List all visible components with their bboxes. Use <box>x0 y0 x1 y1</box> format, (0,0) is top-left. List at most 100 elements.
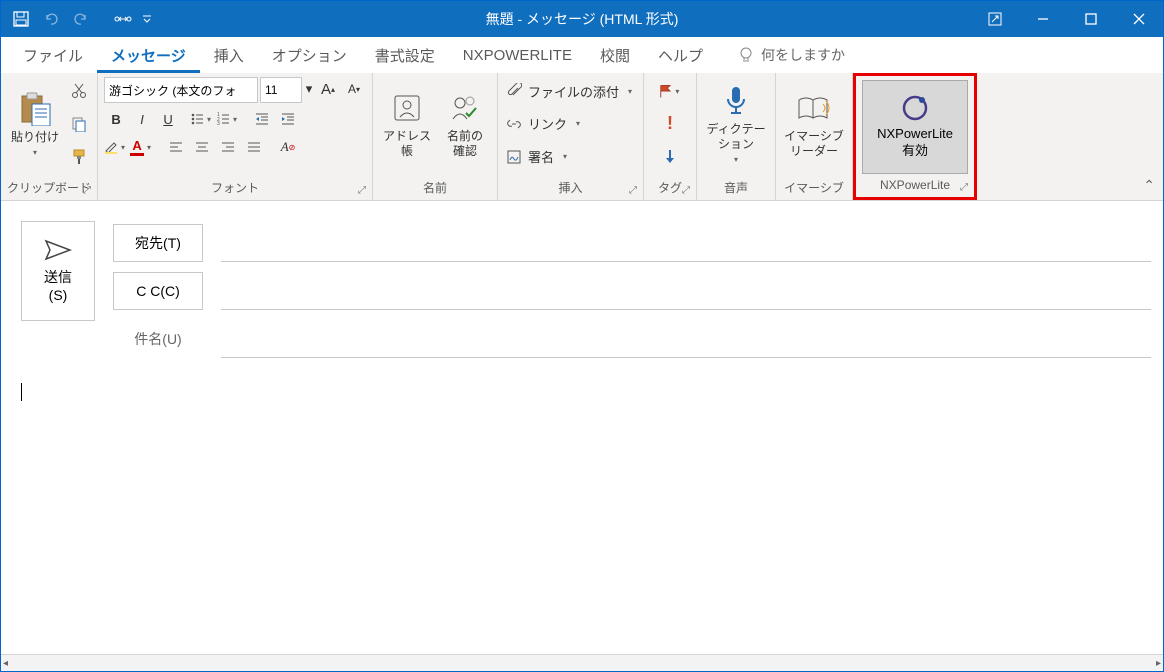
qat-separator <box>97 5 107 33</box>
low-importance-icon[interactable] <box>658 145 682 169</box>
group-immersive: イマーシブ リーダー イマーシブ <box>776 73 853 200</box>
align-center-icon[interactable] <box>190 135 214 159</box>
tab-help[interactable]: ヘルプ <box>644 37 717 73</box>
check-names-button[interactable]: 名前の 確認 <box>439 77 491 171</box>
align-left-icon[interactable] <box>164 135 188 159</box>
message-body[interactable] <box>21 361 1151 654</box>
ribbon: 貼り付け ▾ クリップボード⤢ <box>1 73 1163 201</box>
clear-format-icon[interactable]: A⊘ <box>276 135 300 159</box>
chevron-down-icon: ▾ <box>30 148 40 158</box>
qat-customize-icon[interactable] <box>139 5 155 33</box>
dialog-launcher-icon[interactable]: ⤢ <box>682 185 690 196</box>
chevron-down-icon: ▾ <box>731 155 741 165</box>
subject-label: 件名(U) <box>113 329 203 349</box>
address-book-label: アドレス帳 <box>379 129 435 159</box>
to-button[interactable]: 宛先(T) <box>113 224 203 262</box>
underline-button[interactable]: U <box>156 107 180 131</box>
signature-label: 署名 <box>528 147 554 166</box>
window-title: 無題 - メッセージ (HTML 形式) <box>486 9 679 29</box>
touch-mode-icon[interactable] <box>109 5 137 33</box>
chevron-down-icon: ▾ <box>625 87 635 96</box>
scroll-right-icon[interactable]: ▸ <box>1156 658 1161 669</box>
close-icon[interactable] <box>1115 1 1163 37</box>
signature-button[interactable]: 署名 ▾ <box>504 145 637 169</box>
bold-button[interactable]: B <box>104 107 128 131</box>
redo-icon[interactable] <box>67 5 95 33</box>
nxpowerlite-enable-button[interactable]: NXPowerLite 有効 <box>862 80 968 174</box>
numbering-icon[interactable]: 123▾ <box>216 107 240 131</box>
svg-text:3: 3 <box>217 121 220 126</box>
chevron-down-icon: ▾ <box>560 152 570 161</box>
tell-me-search[interactable]: 何をしますか <box>737 45 845 65</box>
justify-icon[interactable] <box>242 135 266 159</box>
decrease-indent-icon[interactable] <box>250 107 274 131</box>
subject-input[interactable] <box>221 320 1151 358</box>
maximize-icon[interactable] <box>1067 1 1115 37</box>
dialog-launcher-icon[interactable]: ⤢ <box>960 182 968 193</box>
tell-me-label: 何をしますか <box>761 45 845 65</box>
compose-area: 送信 (S) 宛先(T) C C(C) 件名(U) <box>1 201 1163 654</box>
address-book-button[interactable]: アドレス帳 <box>379 77 435 171</box>
immersive-reader-label: イマーシブ リーダー <box>784 129 844 159</box>
cut-icon[interactable] <box>67 79 91 103</box>
nxpowerlite-label: NXPowerLite 有効 <box>877 126 953 160</box>
bullets-icon[interactable]: ▾ <box>190 107 214 131</box>
group-clipboard: 貼り付け ▾ クリップボード⤢ <box>1 73 98 200</box>
text-cursor <box>21 383 22 401</box>
high-importance-icon[interactable]: ! <box>658 112 682 136</box>
link-icon <box>506 116 522 132</box>
grow-font-icon[interactable]: A▴ <box>316 77 340 101</box>
collapse-ribbon-icon[interactable]: ⌃ <box>1143 177 1155 194</box>
insert-group-label: 挿入 <box>559 179 583 196</box>
signature-icon <box>506 149 522 165</box>
immersive-group-label: イマーシブ <box>784 179 844 196</box>
tab-format[interactable]: 書式設定 <box>361 37 449 73</box>
copy-icon[interactable] <box>67 112 91 136</box>
horizontal-scrollbar[interactable]: ◂ ▸ <box>1 654 1163 671</box>
ribbon-display-icon[interactable] <box>971 1 1019 37</box>
dialog-launcher-icon[interactable]: ⤢ <box>358 185 366 196</box>
tab-review[interactable]: 校閲 <box>586 37 644 73</box>
names-group-label: 名前 <box>423 179 447 196</box>
font-size-select[interactable] <box>260 77 302 103</box>
paste-button[interactable]: 貼り付け ▾ <box>7 77 63 171</box>
cc-field[interactable] <box>221 272 1151 310</box>
tab-options[interactable]: オプション <box>258 37 361 73</box>
dialog-launcher-icon[interactable]: ⤢ <box>83 185 91 196</box>
immersive-reader-button[interactable]: イマーシブ リーダー <box>782 77 846 171</box>
follow-up-icon[interactable]: ▾ <box>658 79 682 103</box>
attach-file-button[interactable]: ファイルの添付 ▾ <box>504 79 637 103</box>
attach-file-label: ファイルの添付 <box>528 82 619 101</box>
tab-nxpowerlite[interactable]: NXPOWERLITE <box>449 37 586 73</box>
align-right-icon[interactable] <box>216 135 240 159</box>
link-button[interactable]: リンク ▾ <box>504 112 637 136</box>
undo-icon[interactable] <box>37 5 65 33</box>
nxpowerlite-group-label: NXPowerLite <box>880 178 950 192</box>
font-color-icon[interactable]: A▾ <box>130 135 154 159</box>
scroll-left-icon[interactable]: ◂ <box>3 658 8 669</box>
dictation-button[interactable]: ディクテー ション ▾ <box>703 77 769 171</box>
shrink-font-icon[interactable]: A▾ <box>342 77 366 101</box>
font-group-label: フォント <box>211 179 259 196</box>
format-painter-icon[interactable] <box>67 145 91 169</box>
tab-file[interactable]: ファイル <box>9 37 97 73</box>
save-icon[interactable] <box>7 5 35 33</box>
send-button[interactable]: 送信 (S) <box>21 221 95 321</box>
group-nxpowerlite: NXPowerLite 有効 NXPowerLite ⤢ <box>853 73 977 200</box>
highlight-icon[interactable]: ▾ <box>104 135 128 159</box>
group-names: アドレス帳 名前の 確認 名前 <box>373 73 498 200</box>
increase-indent-icon[interactable] <box>276 107 300 131</box>
chevron-down-icon[interactable]: ▾ <box>304 77 314 101</box>
font-family-select[interactable] <box>104 77 258 103</box>
group-voice: ディクテー ション ▾ 音声 <box>697 73 776 200</box>
tab-insert[interactable]: 挿入 <box>200 37 258 73</box>
cc-button[interactable]: C C(C) <box>113 272 203 310</box>
italic-button[interactable]: I <box>130 107 154 131</box>
tab-message[interactable]: メッセージ <box>97 37 200 73</box>
group-font: ▾ A▴ A▾ B I U ▾ 123▾ <box>98 73 373 200</box>
group-tags: ▾ ! タグ⤢ <box>644 73 697 200</box>
voice-group-label: 音声 <box>724 179 748 196</box>
to-field[interactable] <box>221 224 1151 262</box>
minimize-icon[interactable] <box>1019 1 1067 37</box>
dialog-launcher-icon[interactable]: ⤢ <box>629 185 637 196</box>
